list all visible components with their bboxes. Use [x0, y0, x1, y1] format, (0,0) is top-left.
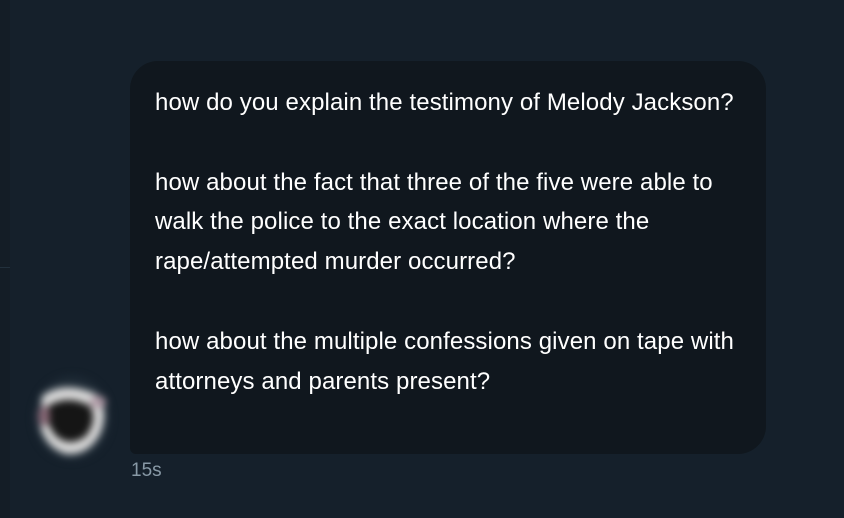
message-paragraph: how about the multiple confessions given…: [155, 327, 734, 395]
conversation-list-edge: [0, 0, 10, 518]
avatar-image: [34, 376, 110, 460]
message-paragraph: how do you explain the testimony of Melo…: [155, 89, 734, 116]
sender-avatar[interactable]: [34, 376, 110, 460]
message-paragraph: how about the fact that three of the fiv…: [155, 168, 713, 276]
divider: [0, 267, 10, 268]
message-timestamp: 15s: [131, 460, 162, 481]
message-bubble[interactable]: how do you explain the testimony of Melo…: [130, 61, 766, 454]
dm-conversation: how do you explain the testimony of Melo…: [0, 0, 844, 518]
